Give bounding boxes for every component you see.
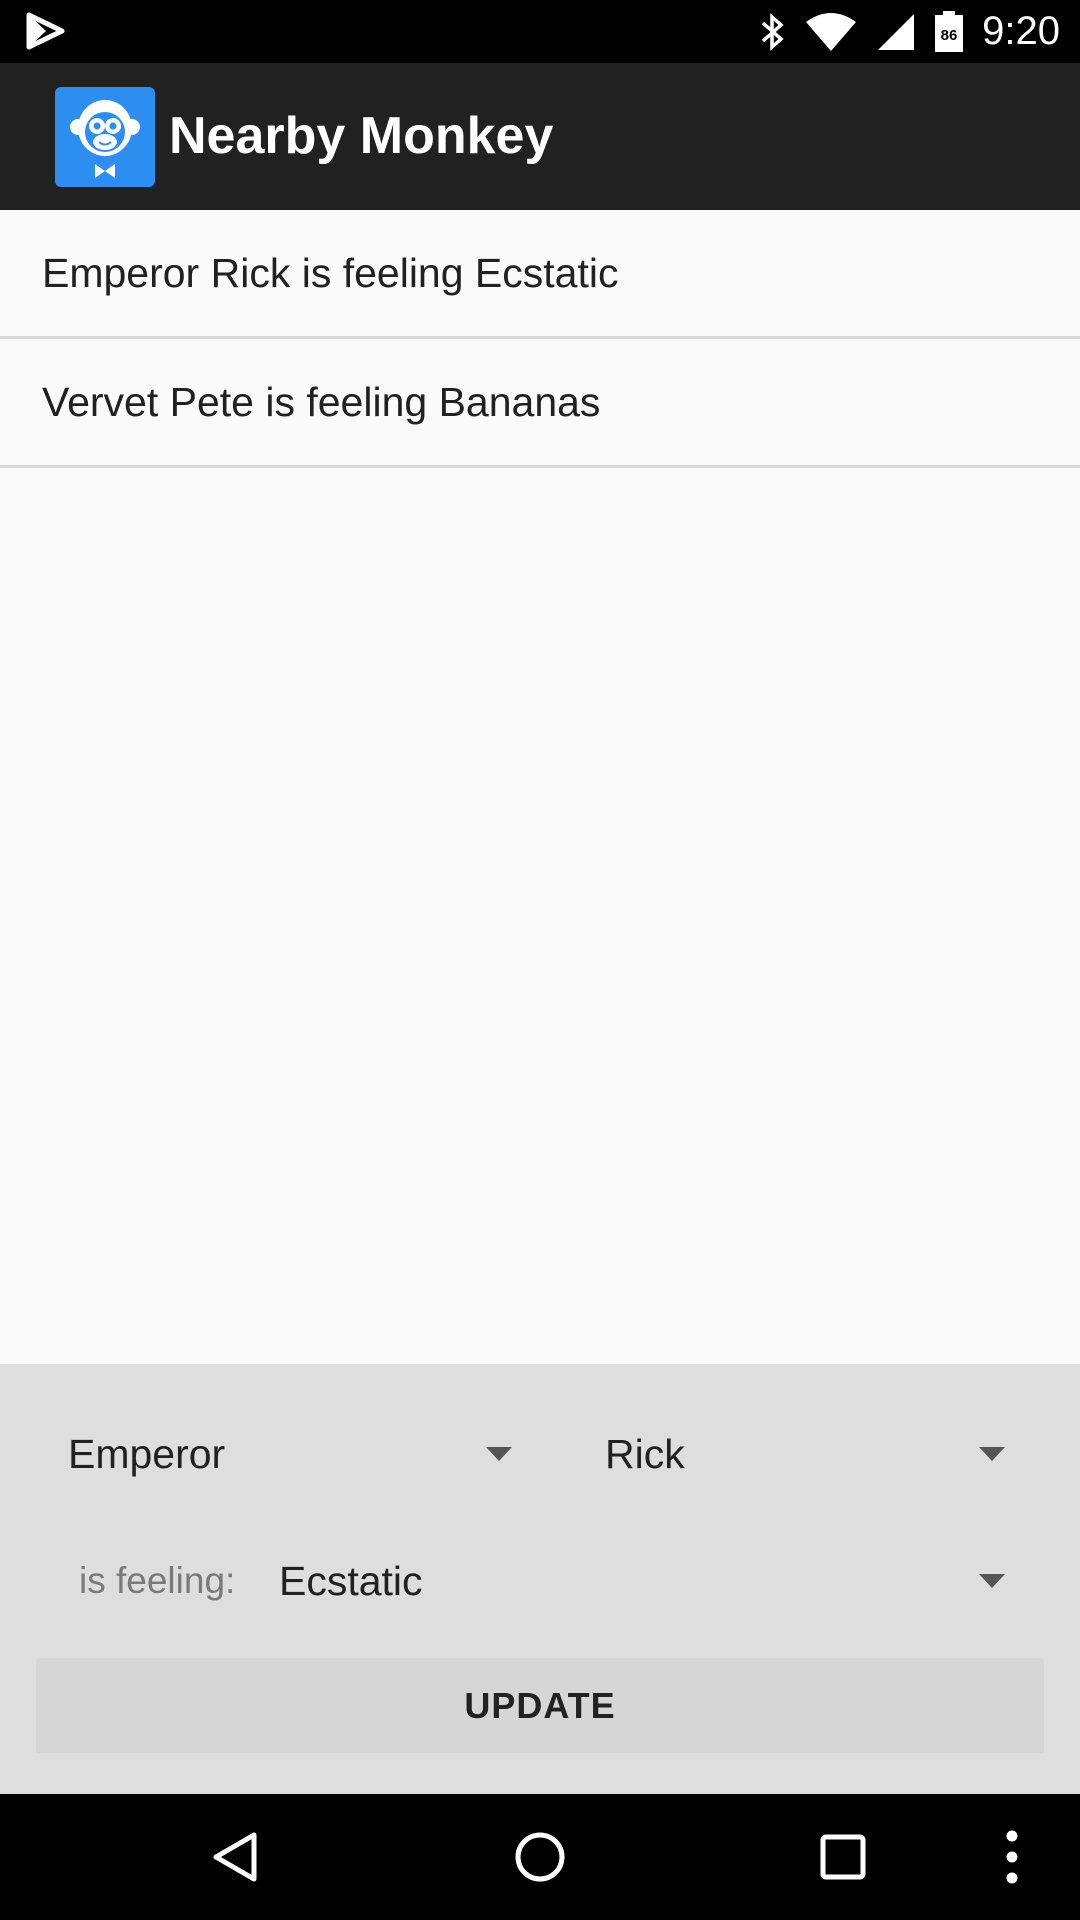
home-icon[interactable] xyxy=(505,1822,575,1892)
update-button[interactable]: UPDATE xyxy=(36,1658,1044,1753)
chevron-down-icon xyxy=(979,1574,1005,1588)
species-value: Emperor xyxy=(68,1430,226,1477)
app-title: Nearby Monkey xyxy=(169,107,554,165)
back-icon[interactable] xyxy=(201,1822,271,1892)
feeling-value: Ecstatic xyxy=(279,1557,423,1604)
species-spinner[interactable]: Emperor xyxy=(68,1409,514,1499)
wifi-icon xyxy=(806,12,857,51)
chevron-down-icon xyxy=(979,1447,1005,1461)
recents-icon[interactable] xyxy=(808,1822,878,1892)
monkey-logo-icon xyxy=(55,87,155,187)
name-spinner[interactable]: Rick xyxy=(605,1409,1005,1499)
overflow-menu-icon[interactable] xyxy=(992,1822,1032,1892)
battery-level: 86 xyxy=(941,27,958,44)
app-bar: Nearby Monkey xyxy=(0,63,1080,210)
status-bar: 86 9:20 xyxy=(0,0,1080,63)
bluetooth-icon xyxy=(761,12,784,51)
play-store-notification-icon xyxy=(26,12,65,50)
chevron-down-icon xyxy=(486,1447,512,1461)
cell-signal-icon xyxy=(878,13,915,50)
navigation-bar xyxy=(0,1794,1080,1920)
status-time: 9:20 xyxy=(982,9,1060,53)
list-item[interactable]: Emperor Rick is feeling Ecstatic xyxy=(0,210,1080,339)
list-item[interactable]: Vervet Pete is feeling Bananas xyxy=(0,339,1080,468)
feeling-label: is feeling: xyxy=(79,1560,236,1601)
name-value: Rick xyxy=(605,1430,685,1477)
feeling-spinner[interactable]: Ecstatic xyxy=(279,1536,1005,1626)
monkey-list: Emperor Rick is feeling Ecstatic Vervet … xyxy=(0,210,1080,468)
battery-icon: 86 xyxy=(935,10,964,52)
